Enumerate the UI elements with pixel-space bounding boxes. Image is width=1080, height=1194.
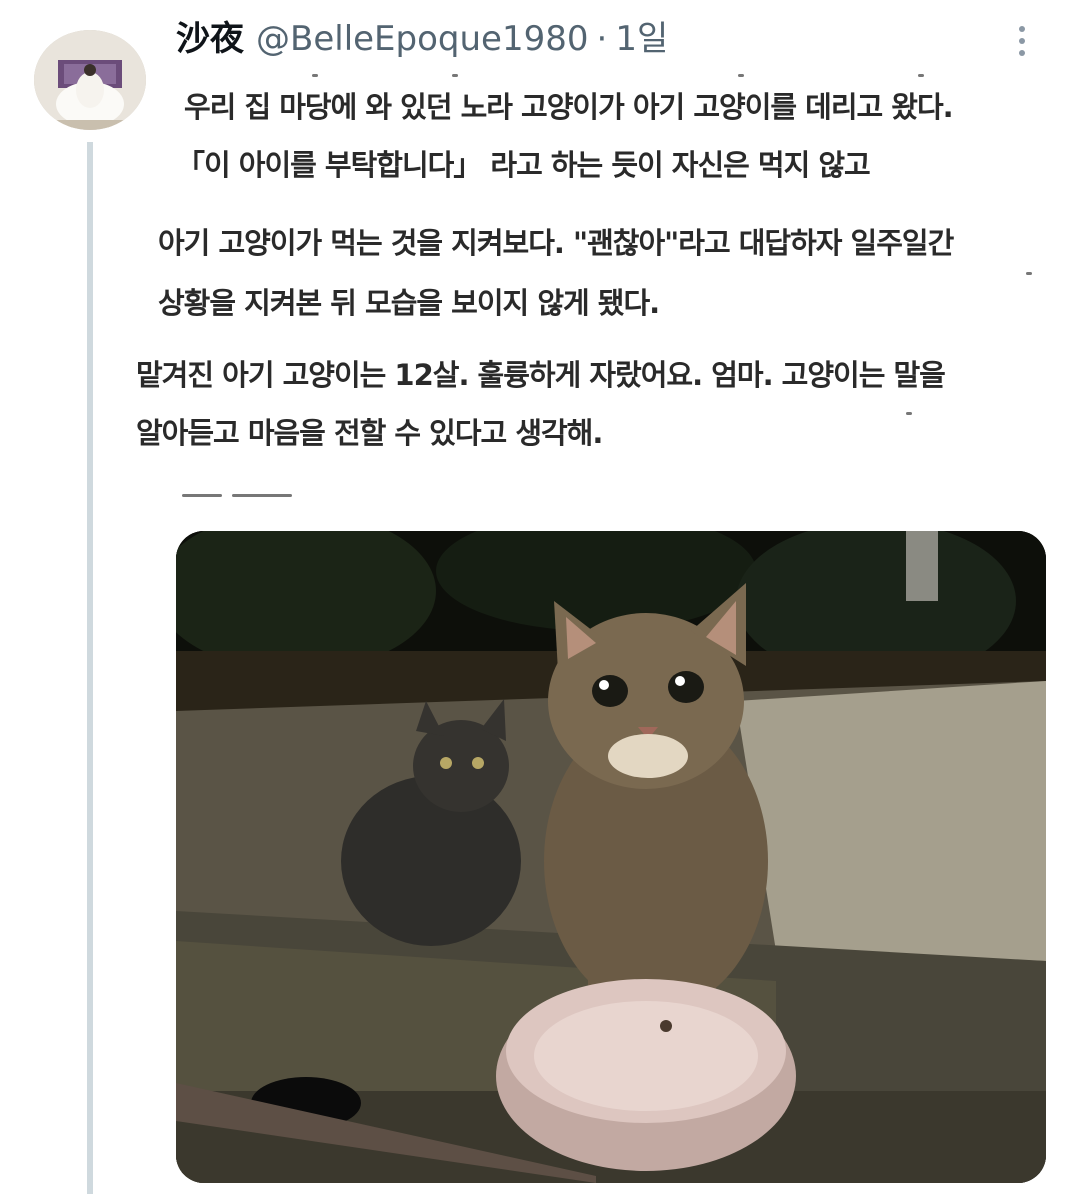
display-name[interactable]: 沙夜 (176, 14, 244, 64)
image-text-line-6: 알아듣고 마음을 전할 수 있다고 생각해. (136, 416, 603, 450)
cats-photo-image (176, 531, 1046, 1183)
image-text-line-5: 맡겨진 아기 고양이는 12살. 훌륭하게 자랐어요. 엄마. 고양이는 말을 (136, 358, 946, 392)
user-handle[interactable]: @BelleEpoque1980 (256, 14, 589, 64)
separator-dot: · (596, 19, 608, 59)
speck (312, 74, 318, 77)
thread-line (87, 142, 93, 1194)
speck (906, 412, 912, 415)
speck (182, 494, 222, 497)
speck (232, 494, 292, 497)
avatar-image (34, 30, 146, 130)
avatar[interactable] (34, 30, 146, 130)
speck (452, 74, 458, 77)
tweet-header: 沙夜 @BelleEpoque1980 · 1일 (176, 14, 668, 64)
image-text-line-1: 우리 집 마당에 와 있던 노라 고양이가 아기 고양이를 데리고 왔다. (184, 90, 954, 124)
image-text-line-4: 상황을 지켜본 뒤 모습을 보이지 않게 됐다. (158, 286, 660, 320)
image-text-line-3: 아기 고양이가 먹는 것을 지켜보다. "괜찮아"라고 대답하자 일주일간 (158, 226, 954, 260)
image-text-line-2: 「이 아이를 부탁합니다」 라고 하는 듯이 자신은 먹지 않고 (176, 148, 871, 182)
more-vertical-icon[interactable] (1004, 18, 1040, 64)
timestamp[interactable]: 1일 (615, 14, 668, 64)
cats-photo[interactable] (176, 531, 1046, 1183)
speck (918, 74, 924, 77)
speck (738, 74, 744, 77)
speck (1026, 272, 1032, 275)
tweet: 沙夜 @BelleEpoque1980 · 1일 우리 집 마당에 와 있던 노… (0, 0, 1080, 1194)
